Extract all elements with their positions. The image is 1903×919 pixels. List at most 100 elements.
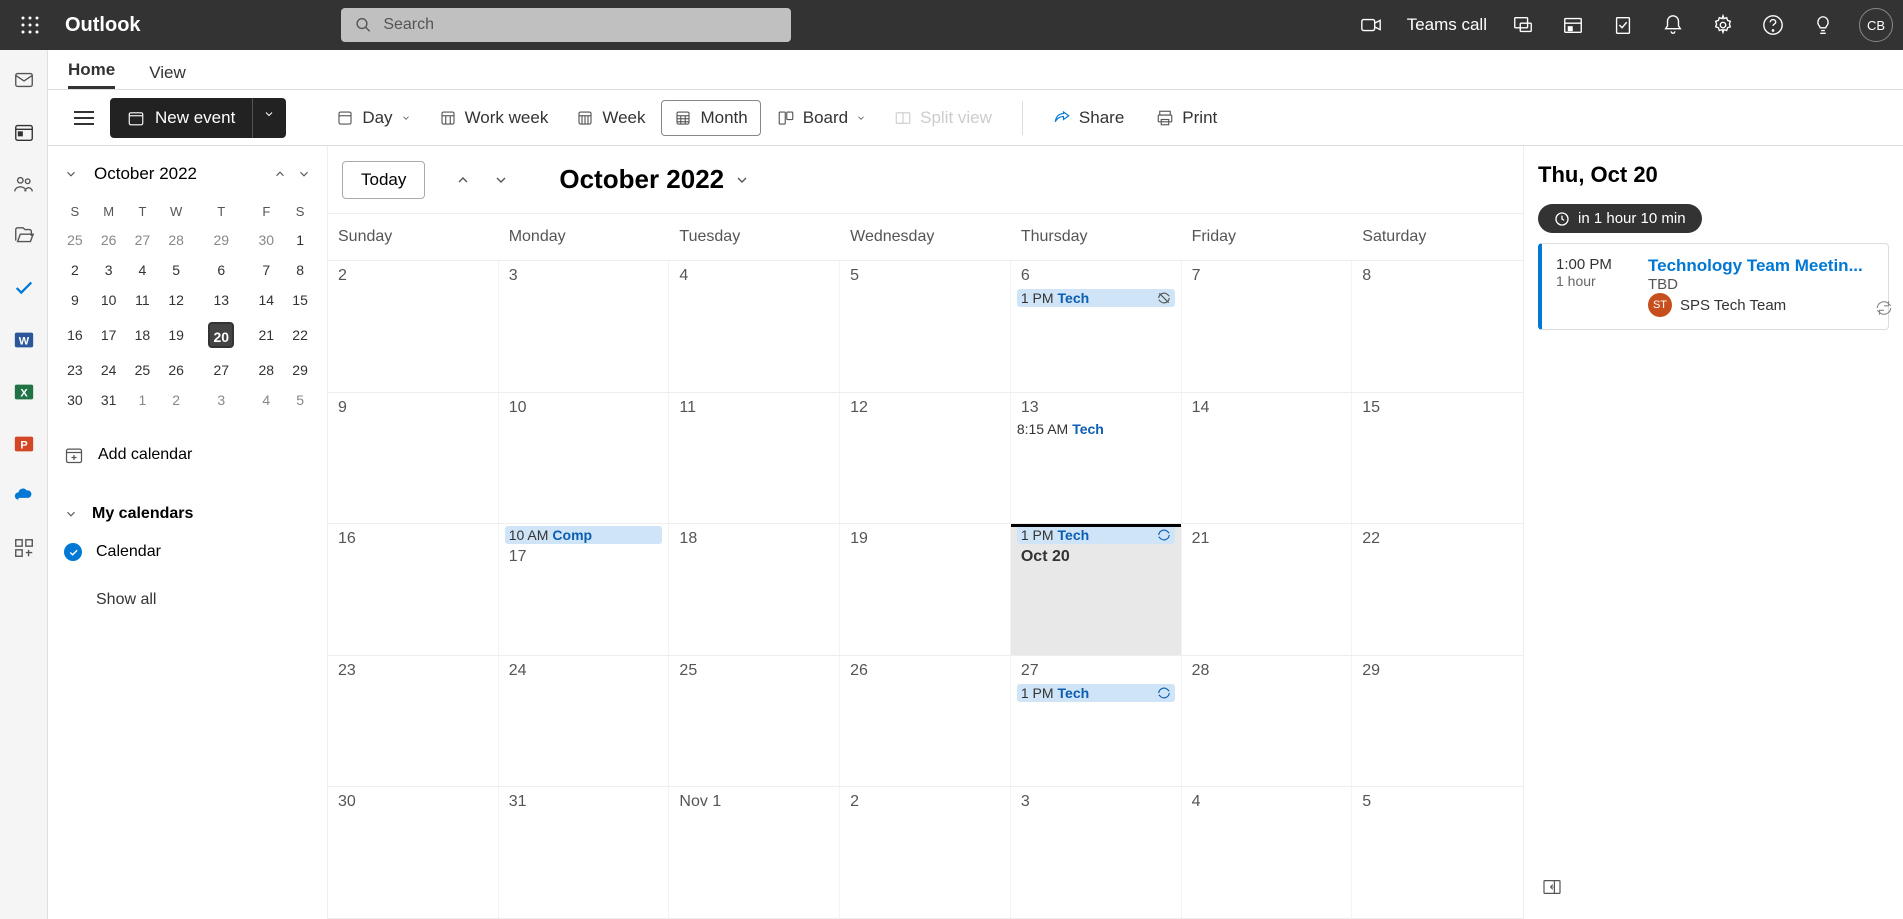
mini-day[interactable]: 6 xyxy=(193,255,249,285)
mini-day[interactable]: 15 xyxy=(283,285,317,315)
prev-month-icon[interactable] xyxy=(273,167,287,181)
mini-day[interactable]: 28 xyxy=(249,355,283,385)
day-cell[interactable]: 11 xyxy=(669,393,840,524)
mini-day[interactable]: 3 xyxy=(92,255,126,285)
mini-day[interactable]: 10 xyxy=(92,285,126,315)
mini-day[interactable]: 28 xyxy=(159,225,193,255)
todo-icon[interactable] xyxy=(12,276,36,300)
day-cell[interactable]: 271 PM Tech xyxy=(1011,656,1182,787)
week-button[interactable]: Week xyxy=(564,101,657,135)
more-apps-icon[interactable] xyxy=(12,536,36,560)
day-cell[interactable]: 2 xyxy=(328,261,499,392)
new-event-dropdown[interactable] xyxy=(252,98,286,138)
day-cell[interactable]: 4 xyxy=(1182,787,1353,918)
day-cell[interactable]: 15 xyxy=(1352,393,1523,524)
mini-day[interactable]: 30 xyxy=(249,225,283,255)
mini-day[interactable]: 3 xyxy=(193,385,249,415)
mini-day[interactable]: 21 xyxy=(249,315,283,355)
day-cell[interactable]: 22 xyxy=(1352,524,1523,655)
mini-day[interactable]: 27 xyxy=(126,225,160,255)
mini-day[interactable]: 17 xyxy=(92,315,126,355)
event-chip[interactable]: 1 PM Tech xyxy=(1017,684,1175,702)
mini-day[interactable]: 25 xyxy=(126,355,160,385)
new-event-button[interactable]: New event xyxy=(110,98,252,138)
mini-day[interactable]: 8 xyxy=(283,255,317,285)
day-cell[interactable]: 18 xyxy=(669,524,840,655)
mini-day[interactable]: 18 xyxy=(126,315,160,355)
event-chip[interactable]: 8:15 AM Tech xyxy=(1017,421,1175,437)
mail-icon[interactable] xyxy=(12,68,36,92)
mini-day[interactable]: 14 xyxy=(249,285,283,315)
day-cell[interactable]: 1 PM TechOct 20 xyxy=(1011,524,1182,655)
day-cell[interactable]: 24 xyxy=(499,656,670,787)
day-cell[interactable]: 25 xyxy=(669,656,840,787)
mini-day[interactable]: 5 xyxy=(159,255,193,285)
today-button[interactable]: Today xyxy=(342,161,425,199)
teams-call-label[interactable]: Teams call xyxy=(1407,15,1487,35)
mini-day[interactable]: 2 xyxy=(159,385,193,415)
month-button[interactable]: Month xyxy=(661,100,760,136)
mini-day[interactable]: 23 xyxy=(58,355,92,385)
mini-day[interactable]: 1 xyxy=(126,385,160,415)
day-cell[interactable]: 31 xyxy=(499,787,670,918)
day-cell[interactable]: 4 xyxy=(669,261,840,392)
share-button[interactable]: Share xyxy=(1041,101,1136,135)
mini-day[interactable]: 4 xyxy=(126,255,160,285)
mini-day[interactable]: 31 xyxy=(92,385,126,415)
day-cell[interactable]: 5 xyxy=(840,261,1011,392)
clipboard-icon[interactable] xyxy=(1609,11,1637,39)
bulb-icon[interactable] xyxy=(1809,11,1837,39)
mini-day[interactable]: 1 xyxy=(283,225,317,255)
collapse-mini-icon[interactable] xyxy=(64,167,78,181)
gear-icon[interactable] xyxy=(1709,11,1737,39)
help-icon[interactable] xyxy=(1759,11,1787,39)
mini-day[interactable]: 29 xyxy=(193,225,249,255)
mini-day[interactable]: 11 xyxy=(126,285,160,315)
day-cell[interactable]: 3 xyxy=(499,261,670,392)
mini-day[interactable]: 19 xyxy=(159,315,193,355)
word-icon[interactable]: W xyxy=(12,328,36,352)
event-chip[interactable]: 10 AM Comp xyxy=(505,526,663,544)
day-cell[interactable]: 5 xyxy=(1352,787,1523,918)
mini-day[interactable]: 13 xyxy=(193,285,249,315)
day-cell[interactable]: 29 xyxy=(1352,656,1523,787)
show-all-button[interactable]: Show all xyxy=(58,581,317,619)
collapse-agenda-icon[interactable] xyxy=(1538,871,1566,903)
day-cell[interactable]: 8 xyxy=(1352,261,1523,392)
agenda-event-card[interactable]: 1:00 PM 1 hour Technology Team Meetin...… xyxy=(1538,243,1889,330)
day-cell[interactable]: 14 xyxy=(1182,393,1353,524)
avatar[interactable]: CB xyxy=(1859,8,1893,42)
mini-day[interactable]: 27 xyxy=(193,355,249,385)
day-cell[interactable]: 10 AM Comp17 xyxy=(499,524,670,655)
calendar-nav-icon[interactable] xyxy=(1559,11,1587,39)
day-cell[interactable]: 30 xyxy=(328,787,499,918)
big-month-label[interactable]: October 2022 xyxy=(559,164,750,195)
day-cell[interactable]: 9 xyxy=(328,393,499,524)
event-chip[interactable]: 1 PM Tech xyxy=(1017,289,1175,307)
app-launcher-icon[interactable] xyxy=(10,5,50,45)
excel-icon[interactable]: X xyxy=(12,380,36,404)
day-cell[interactable]: 23 xyxy=(328,656,499,787)
day-cell[interactable]: 2 xyxy=(840,787,1011,918)
mini-day[interactable]: 2 xyxy=(58,255,92,285)
day-cell[interactable]: 19 xyxy=(840,524,1011,655)
day-cell[interactable]: 10 xyxy=(499,393,670,524)
people-icon[interactable] xyxy=(12,172,36,196)
prev-period-icon[interactable] xyxy=(449,166,477,194)
calendar-item[interactable]: Calendar xyxy=(58,533,317,571)
mini-day[interactable]: 26 xyxy=(159,355,193,385)
mini-day[interactable]: 29 xyxy=(283,355,317,385)
calendar-icon[interactable] xyxy=(12,120,36,144)
mini-day[interactable]: 22 xyxy=(283,315,317,355)
mini-day[interactable]: 30 xyxy=(58,385,92,415)
tab-view[interactable]: View xyxy=(149,63,186,89)
powerpoint-icon[interactable]: P xyxy=(12,432,36,456)
day-cell[interactable]: 12 xyxy=(840,393,1011,524)
day-cell[interactable]: 28 xyxy=(1182,656,1353,787)
board-button[interactable]: Board xyxy=(765,101,878,135)
add-calendar-button[interactable]: Add calendar xyxy=(58,435,317,475)
chat-icon[interactable] xyxy=(1509,11,1537,39)
day-cell[interactable]: 21 xyxy=(1182,524,1353,655)
my-calendars-section[interactable]: My calendars xyxy=(58,495,317,533)
mini-day[interactable]: 4 xyxy=(249,385,283,415)
